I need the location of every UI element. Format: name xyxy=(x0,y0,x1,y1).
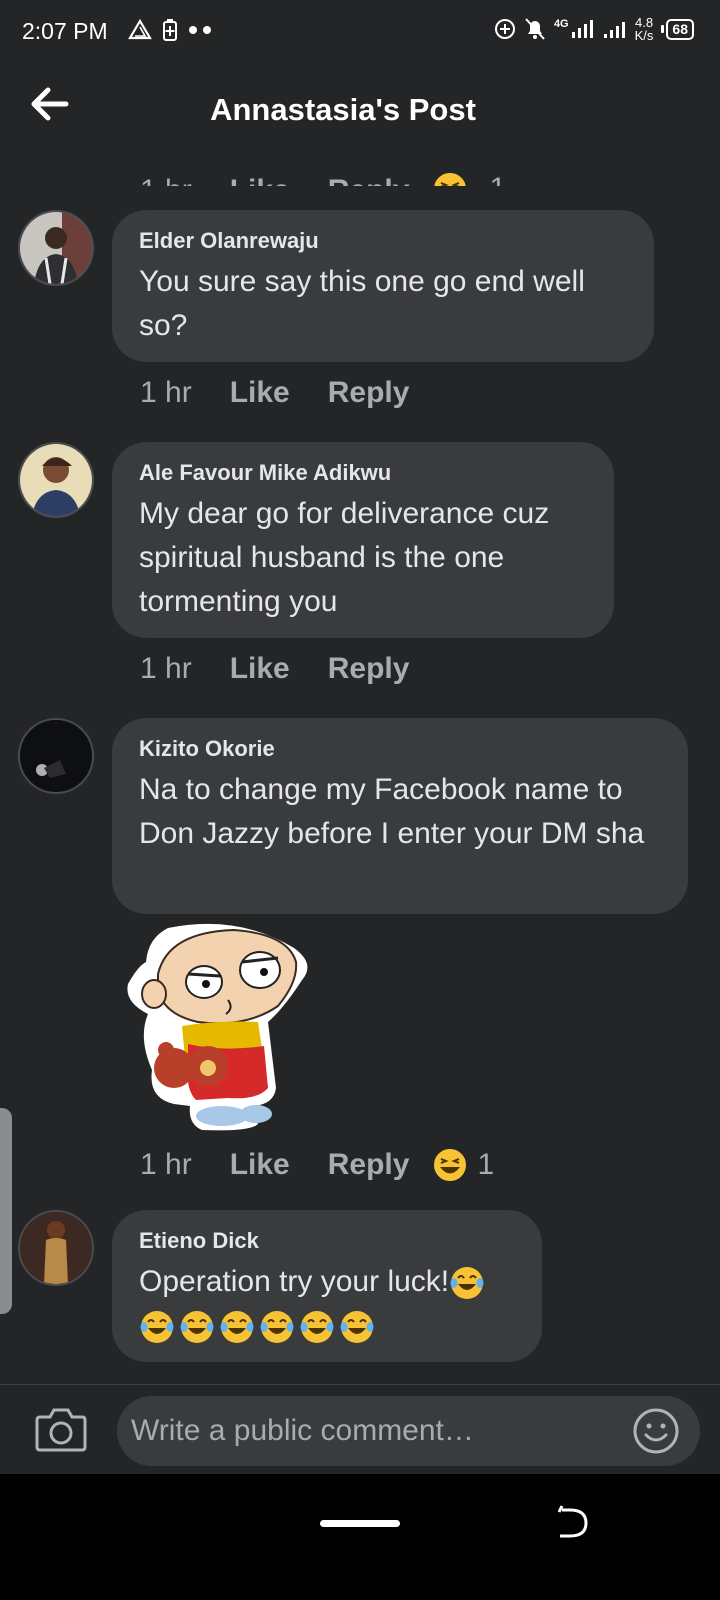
avatar[interactable] xyxy=(18,210,94,286)
like-button[interactable]: Like xyxy=(230,174,290,186)
app-header: Annastasia's Post xyxy=(0,70,720,150)
face-with-tears-of-joy-icon xyxy=(340,1311,374,1344)
comment-time: 1 hr xyxy=(140,1148,192,1181)
reaction-summary[interactable]: 1 xyxy=(431,170,506,186)
side-scroll-handle[interactable] xyxy=(0,1108,12,1314)
like-button[interactable]: Like xyxy=(230,376,290,410)
status-bar: 2:07 PM 4G 4.8 K/s 68 xyxy=(0,0,720,62)
comment-text: Na to change my Facebook name to Don Jaz… xyxy=(139,773,645,850)
camera-icon[interactable] xyxy=(34,1405,88,1453)
reaction-summary[interactable]: 1 xyxy=(431,1146,494,1184)
comment-bubble[interactable]: Ale Favour Mike Adikwu My dear go for de… xyxy=(112,442,614,638)
comment-time: 1 hr xyxy=(140,652,192,685)
face-with-tears-of-joy-icon xyxy=(450,1267,484,1300)
comment-composer xyxy=(0,1384,720,1475)
reply-button[interactable]: Reply xyxy=(328,652,410,686)
status-time: 2:07 PM xyxy=(22,18,108,44)
avatar[interactable] xyxy=(18,1210,94,1286)
profile-photo-icon xyxy=(20,1212,92,1284)
avatar[interactable] xyxy=(18,442,94,518)
status-left-icons xyxy=(128,18,214,42)
reaction-count: 1 xyxy=(489,172,506,186)
comment-author[interactable]: Ale Favour Mike Adikwu xyxy=(139,460,586,486)
comment-text: Operation try your luck! xyxy=(139,1260,519,1348)
comment-actions: 1 hr Like Reply 1 xyxy=(140,1146,494,1184)
comment-author[interactable]: Etieno Dick xyxy=(139,1228,514,1254)
comment-bubble[interactable]: Etieno Dick Operation try your luck! xyxy=(112,1210,542,1362)
battery-saver-icon xyxy=(163,19,177,41)
comment-actions: 1 hr Like Reply xyxy=(140,652,409,686)
profile-photo-icon xyxy=(20,720,92,792)
face-with-tears-of-joy-icon xyxy=(220,1311,254,1344)
comment-author[interactable]: Kizito Okorie xyxy=(139,736,660,762)
reaction-count: 1 xyxy=(477,1148,495,1181)
back-gesture-icon[interactable] xyxy=(556,1504,590,1542)
reply-button[interactable]: Reply xyxy=(328,174,410,186)
data-saver-icon xyxy=(494,19,515,39)
like-button[interactable]: Like xyxy=(230,1148,290,1182)
comment-bubble[interactable]: Elder Olanrewaju You sure say this one g… xyxy=(112,210,654,362)
signal-icon-2 xyxy=(603,22,625,38)
face-with-tears-of-joy-icon xyxy=(180,1311,214,1344)
comment-text: You sure say this one go end well so? xyxy=(139,265,585,342)
drive-icon xyxy=(128,19,152,40)
face-with-tears-of-joy-icon xyxy=(300,1311,334,1344)
network-type-label: 4G xyxy=(553,18,569,30)
haha-reaction-icon xyxy=(432,171,469,186)
battery-level: 68 xyxy=(666,18,694,40)
system-nav-bar xyxy=(0,1474,720,1600)
haha-reaction-icon xyxy=(432,1147,469,1183)
network-speed: 4.8 K/s xyxy=(634,15,654,43)
profile-photo-icon xyxy=(20,212,92,284)
home-gesture-pill[interactable] xyxy=(320,1520,400,1527)
reply-button[interactable]: Reply xyxy=(328,376,410,410)
comment-author[interactable]: Elder Olanrewaju xyxy=(139,228,626,254)
comment-text: My dear go for deliverance cuz spiritual… xyxy=(139,497,550,618)
comment-input[interactable] xyxy=(117,1396,700,1466)
status-right-icons: 4G 4.8 K/s 68 xyxy=(494,16,694,42)
face-with-tears-of-joy-icon xyxy=(140,1311,174,1344)
battery-nub xyxy=(661,25,665,33)
comment-time: 1 hr xyxy=(140,376,192,409)
previous-comment-actions: 1 hr Like Reply 1 xyxy=(140,146,506,186)
profile-photo-icon xyxy=(20,444,92,516)
signal-icon-1 xyxy=(571,20,593,38)
sticker-image[interactable] xyxy=(118,918,314,1136)
face-with-tears-of-joy-icon xyxy=(260,1311,294,1344)
avatar[interactable] xyxy=(18,718,94,794)
comment-actions: 1 hr Like Reply xyxy=(140,376,409,410)
like-button[interactable]: Like xyxy=(230,652,290,686)
reply-button[interactable]: Reply xyxy=(328,1148,410,1182)
emoji-picker-icon[interactable] xyxy=(632,1407,680,1455)
comment-bubble[interactable]: Kizito Okorie Na to change my Facebook n… xyxy=(112,718,688,914)
comment-text-content: Operation try your luck! xyxy=(139,1265,450,1298)
more-notifications-icon xyxy=(189,26,211,34)
mute-notifications-icon xyxy=(525,18,545,40)
comment-time: 1 hr xyxy=(140,174,192,186)
page-title: Annastasia's Post xyxy=(210,92,476,127)
